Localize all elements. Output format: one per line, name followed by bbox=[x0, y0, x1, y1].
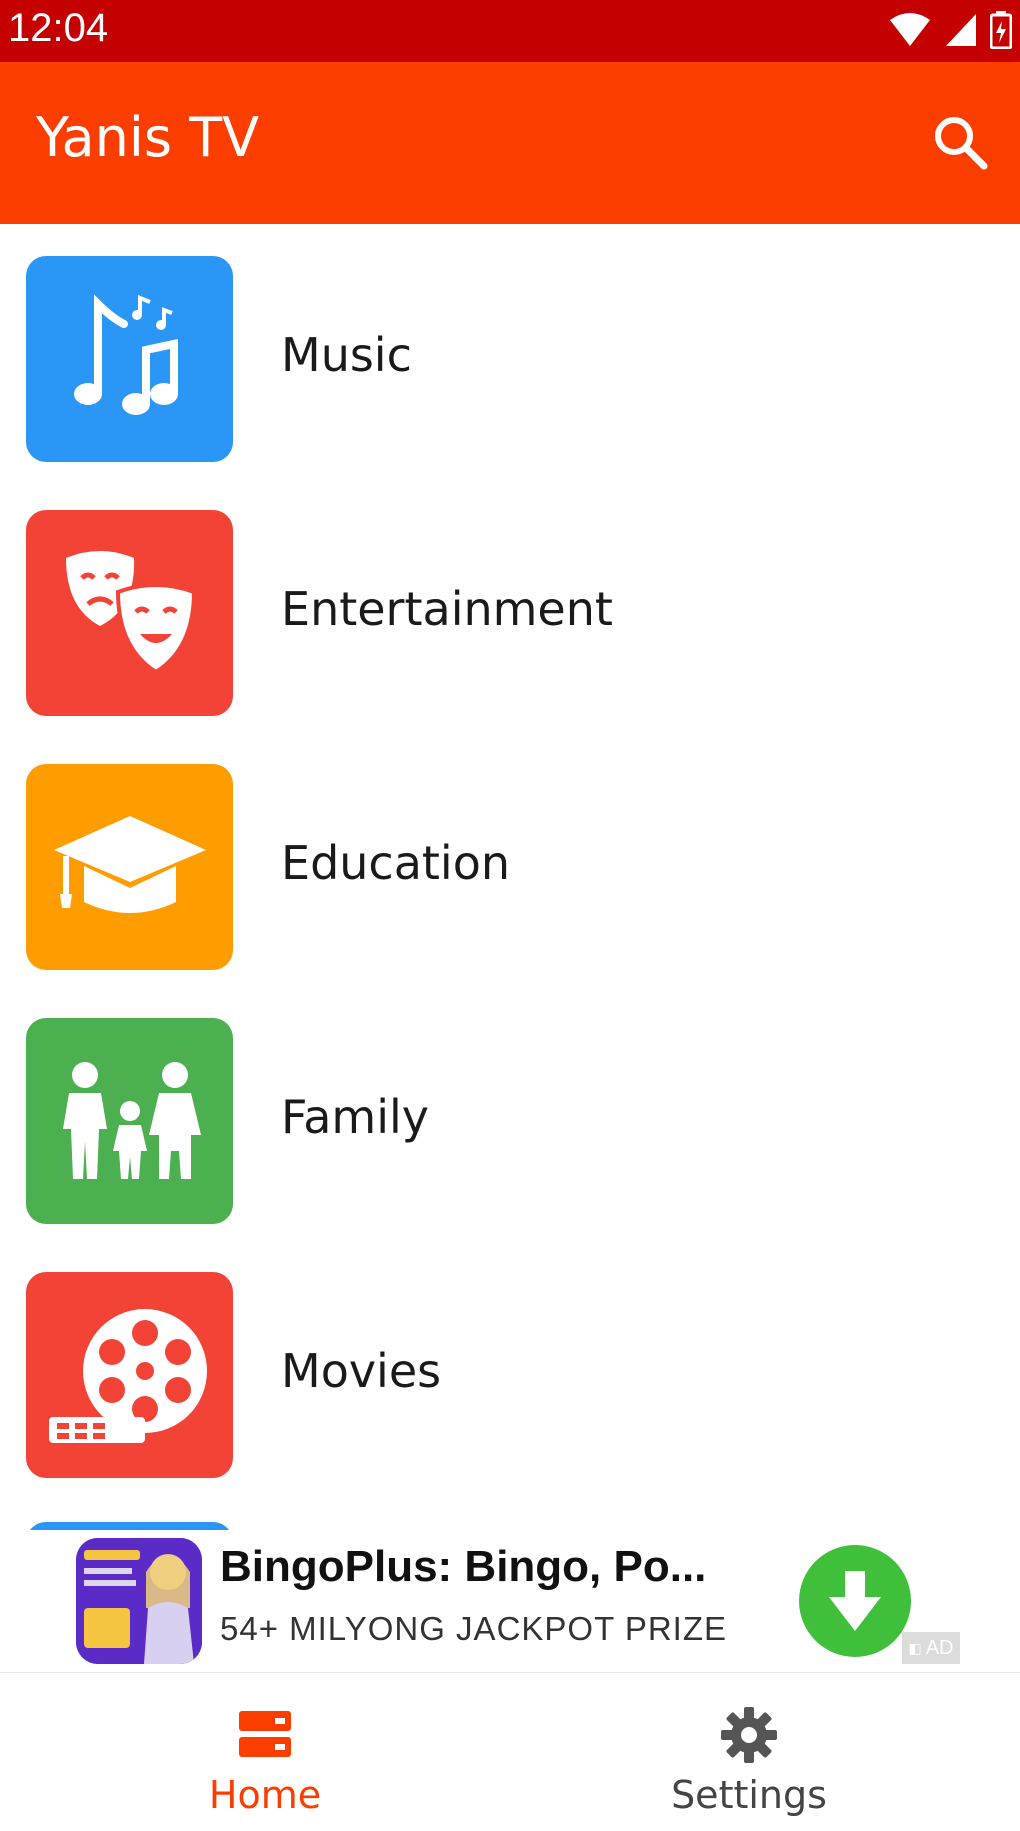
category-label: Family bbox=[281, 1090, 430, 1144]
category-item-movies[interactable]: Movies bbox=[0, 1272, 1020, 1478]
app-bar: Yanis TV bbox=[0, 62, 1020, 224]
download-icon bbox=[829, 1571, 881, 1631]
category-label: Education bbox=[281, 836, 511, 890]
ad-choices-icon: ◧ bbox=[908, 1639, 922, 1656]
category-item-music[interactable]: Music bbox=[0, 256, 1020, 462]
graduation-cap-icon bbox=[53, 816, 206, 913]
battery-icon bbox=[990, 11, 1012, 49]
ad-app-icon[interactable] bbox=[76, 1538, 202, 1664]
app-title: Yanis TV bbox=[36, 106, 260, 169]
nav-settings-label: Settings bbox=[671, 1773, 827, 1817]
film-reel-icon bbox=[48, 1309, 207, 1443]
category-label: Movies bbox=[281, 1344, 442, 1398]
nav-home[interactable]: Home bbox=[10, 1673, 520, 1831]
ad-badge: ◧ AD bbox=[902, 1632, 960, 1664]
category-tile bbox=[26, 510, 233, 716]
gear-icon bbox=[721, 1707, 777, 1763]
home-list-icon bbox=[239, 1711, 291, 1757]
nav-home-label: Home bbox=[208, 1773, 322, 1817]
ad-thumbnail-image bbox=[76, 1538, 202, 1664]
category-item-family[interactable]: Family bbox=[0, 1018, 1020, 1224]
ad-title: BingoPlus: Bingo, Po... bbox=[220, 1542, 707, 1591]
category-item-partial[interactable] bbox=[26, 1522, 233, 1530]
category-tile bbox=[26, 256, 233, 462]
ad-banner[interactable]: BingoPlus: Bingo, Po... 54+ MILYONG JACK… bbox=[0, 1530, 1020, 1673]
category-label: Entertainment bbox=[281, 582, 613, 636]
status-time: 12:04 bbox=[8, 6, 109, 50]
category-label: Music bbox=[281, 328, 412, 382]
category-tile bbox=[26, 1272, 233, 1478]
category-item-entertainment[interactable]: Entertainment bbox=[0, 510, 1020, 716]
search-button[interactable] bbox=[930, 112, 990, 172]
family-icon bbox=[62, 1062, 201, 1179]
wifi-icon bbox=[890, 13, 930, 46]
ad-download-button[interactable] bbox=[799, 1545, 911, 1657]
nav-settings[interactable]: Settings bbox=[494, 1673, 1004, 1831]
status-icons bbox=[888, 10, 1012, 50]
music-note-icon bbox=[73, 294, 178, 415]
category-tile bbox=[26, 1018, 233, 1224]
ad-subtitle: 54+ MILYONG JACKPOT PRIZE bbox=[220, 1610, 727, 1647]
category-list: Music Entertainment Education Family Mov… bbox=[0, 224, 1020, 1530]
bottom-navigation: Home Settings bbox=[0, 1673, 1020, 1831]
category-tile bbox=[26, 764, 233, 970]
search-icon bbox=[935, 117, 988, 170]
ad-badge-label: AD bbox=[925, 1636, 954, 1659]
status-bar: 12:04 bbox=[0, 0, 1020, 62]
theater-masks-icon bbox=[65, 551, 196, 675]
category-item-education[interactable]: Education bbox=[0, 764, 1020, 970]
signal-icon bbox=[946, 14, 976, 46]
